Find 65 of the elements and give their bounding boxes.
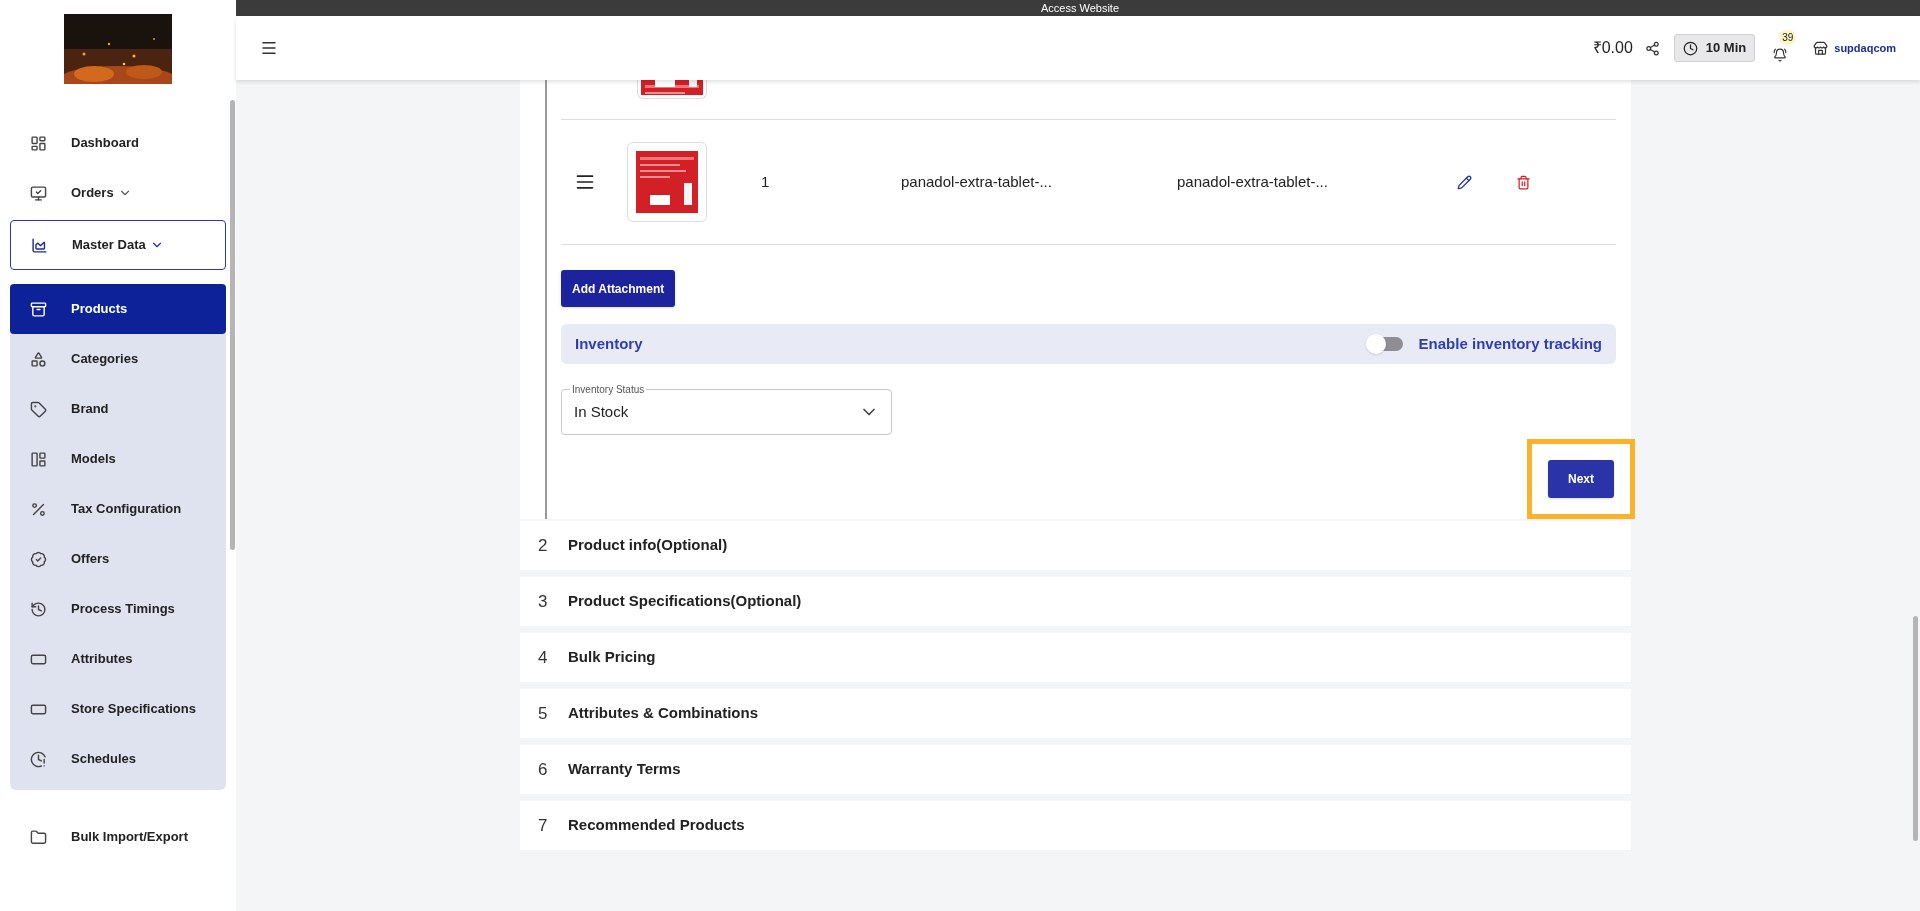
accordion-step[interactable]: 6 Warranty Terms: [520, 745, 1631, 794]
delete-icon[interactable]: [1516, 174, 1531, 190]
submenu-item[interactable]: Products: [10, 284, 226, 334]
step-number: 7: [538, 814, 549, 837]
drag-handle-icon[interactable]: [575, 172, 595, 192]
store-icon: [1813, 40, 1829, 56]
timer-button[interactable]: 10 Min: [1673, 34, 1756, 62]
share-icon[interactable]: [1644, 40, 1660, 56]
step-title: Product info(Optional): [568, 535, 728, 556]
next-button[interactable]: Next: [1548, 460, 1614, 498]
accordion-step[interactable]: 4 Bulk Pricing: [520, 633, 1631, 682]
shapes-icon: [30, 350, 47, 368]
step-number: 2: [538, 534, 549, 557]
step-title: Warranty Terms: [568, 759, 681, 780]
step-title: Attributes & Combinations: [568, 703, 758, 724]
step-number: 3: [538, 590, 549, 613]
badge-icon: [30, 550, 47, 568]
tracking-label: Enable inventory tracking: [1418, 333, 1602, 354]
submenu-item[interactable]: Categories: [10, 334, 226, 384]
submenu-item[interactable]: Offers: [10, 534, 226, 584]
submenu-item[interactable]: Process Timings: [10, 584, 226, 634]
layout-icon: [30, 450, 47, 468]
history-icon: [30, 600, 47, 618]
sidebar-item[interactable]: Dashboard: [10, 118, 226, 168]
notification-badge: 39: [1779, 30, 1797, 45]
dashboard-icon: [30, 134, 47, 152]
add-attachment-button[interactable]: Add Attachment: [561, 270, 676, 307]
table-cell-text: panadol-extra-tablet-...: [901, 171, 1053, 192]
step-number: 4: [538, 646, 549, 669]
menu-icon[interactable]: [260, 39, 278, 57]
step-title: Recommended Products: [568, 815, 745, 836]
accordion-step[interactable]: 2 Product info(Optional): [520, 521, 1631, 570]
table-cell-text: panadol-extra-tablet-...: [1177, 171, 1329, 192]
inventory-title: Inventory: [575, 333, 644, 354]
percent-icon: [30, 500, 47, 518]
step-number: 6: [538, 758, 549, 781]
sidebar-item[interactable]: Master Data: [10, 220, 226, 270]
archive-icon: [30, 300, 47, 318]
accordion-step[interactable]: 7 Recommended Products: [520, 801, 1631, 850]
tag-icon: [30, 400, 47, 418]
accordion-step[interactable]: 3 Product Specifications(Optional): [520, 577, 1631, 626]
accordion-step[interactable]: 5 Attributes & Combinations: [520, 689, 1631, 738]
strip-title: Access Website: [1040, 0, 1120, 16]
submenu-item[interactable]: Store Specifications: [10, 684, 226, 734]
bell-icon[interactable]: [1773, 48, 1788, 62]
submenu-item[interactable]: Models: [10, 434, 226, 484]
submenu-item[interactable]: Brand: [10, 384, 226, 434]
toggle-switch[interactable]: [1368, 337, 1403, 351]
monitor-icon: [30, 184, 47, 202]
table-cell-text: 1: [761, 171, 771, 192]
step-title: Bulk Pricing: [568, 647, 656, 668]
step-title: Product Specifications(Optional): [568, 591, 802, 612]
sidebar-item[interactable]: Orders: [10, 168, 226, 218]
step-number: 5: [538, 702, 549, 725]
submenu-item[interactable]: Tax Configuration: [10, 484, 226, 534]
chart-icon: [31, 236, 48, 254]
submenu-item[interactable]: Attributes: [10, 634, 226, 684]
folder-icon: [30, 828, 47, 846]
clock-icon: [30, 750, 47, 768]
balance-text: ₹0.00: [1592, 38, 1633, 58]
submenu-item[interactable]: Schedules: [10, 734, 226, 784]
clock-icon: [1682, 40, 1698, 56]
sidebar-item[interactable]: Bulk Import/Export: [10, 812, 226, 862]
store-link[interactable]: supdaqcom: [1834, 39, 1896, 57]
edit-icon[interactable]: [1457, 174, 1472, 190]
